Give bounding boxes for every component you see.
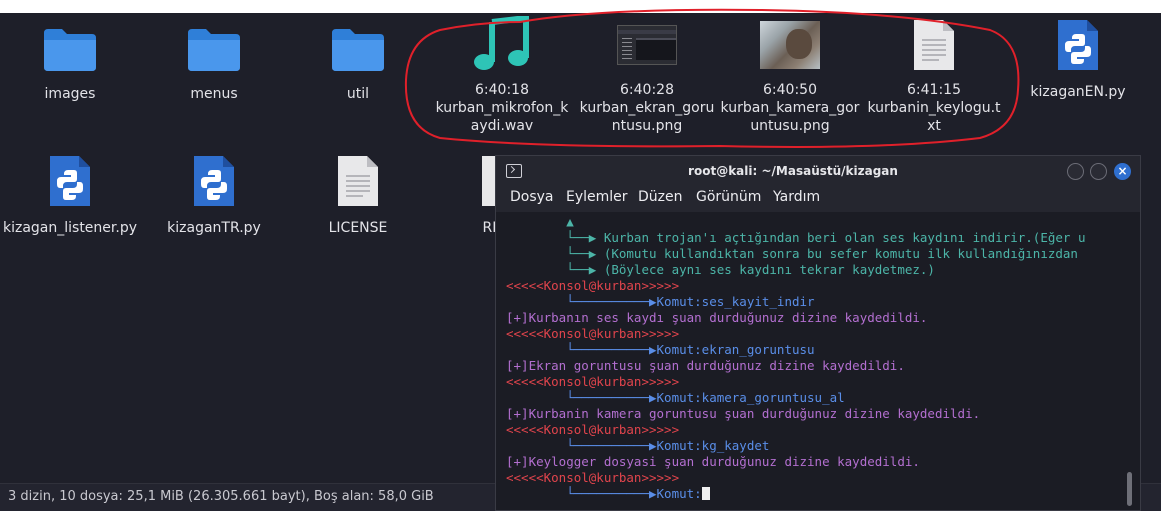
terminal-menubar: Dosya Eylemler Düzen Görünüm Yardım — [496, 186, 1140, 212]
file-item-listener[interactable]: kizagan_listener.py — [0, 153, 140, 237]
status-text: 3 dizin, 10 dosya: 25,1 MiB (26.305.661 … — [8, 489, 434, 504]
file-time: 6:41:15 — [907, 82, 961, 98]
folder-icon — [40, 21, 100, 77]
file-item-ekran[interactable]: 6:40:28 kurban_ekran_goruntusu.png — [577, 17, 717, 135]
terminal-result: [+]Ekran goruntusu şuan durduğunuz dizin… — [506, 358, 905, 373]
file-item-keylog[interactable]: 6:41:15 kurbanin_keylogu.txt — [864, 17, 1004, 135]
terminal-output[interactable]: ▲ └──▶ Kurban trojan'ı açtığından beri o… — [496, 212, 1140, 510]
terminal-input-line[interactable]: └──────────▶Komut: — [506, 486, 710, 502]
close-button[interactable]: × — [1114, 163, 1131, 180]
python-file-icon — [40, 153, 100, 209]
text-file-icon — [328, 153, 388, 209]
python-file-icon — [1048, 17, 1108, 73]
maximize-button[interactable] — [1090, 163, 1107, 180]
terminal-prompt: <<<<<Konsol@kurban>>>>> — [506, 470, 680, 485]
python-file-icon — [184, 153, 244, 209]
file-item-images[interactable]: images — [0, 21, 140, 103]
music-note-icon — [472, 16, 532, 73]
terminal-scrollbar[interactable] — [1127, 472, 1132, 506]
file-name: kurbanin_keylogu.txt — [867, 100, 1001, 134]
top-strip — [0, 0, 1161, 13]
terminal-prompt: <<<<<Konsol@kurban>>>>> — [506, 326, 680, 341]
terminal-prompt: <<<<<Konsol@kurban>>>>> — [506, 278, 680, 293]
file-name: kurban_kamera_goruntusu.png — [720, 100, 860, 134]
file-item-menus[interactable]: menus — [144, 21, 284, 103]
file-time: 6:40:18 — [475, 82, 529, 98]
file-item-kamera[interactable]: 6:40:50 kurban_kamera_goruntusu.png — [720, 17, 860, 135]
terminal-window[interactable]: root@kali: ~/Masaüstü/kizagan × Dosya Ey… — [495, 155, 1141, 511]
file-name: LICENSE — [328, 220, 388, 236]
file-name: kurban_ekran_goruntusu.png — [579, 100, 715, 134]
terminal-line: └──▶ (Komutu kullandıktan sonra bu sefer… — [506, 246, 1078, 261]
terminal-prompt: <<<<<Konsol@kurban>>>>> — [506, 374, 680, 389]
file-name: kizaganEN.py — [1030, 84, 1126, 100]
terminal-result: [+]Kurbanin kamera goruntusu şuan durduğ… — [506, 406, 981, 421]
file-item-util[interactable]: util — [288, 21, 428, 103]
file-name: kizaganTR.py — [167, 220, 261, 236]
file-name: images — [44, 86, 96, 102]
file-name: kurban_mikrofon_kaydi.wav — [435, 100, 569, 134]
terminal-line: └──▶ (Böylece aynı ses kaydını tekrar ka… — [506, 262, 935, 277]
terminal-command: └──────────▶Komut:kg_kaydet — [506, 438, 770, 453]
terminal-command: └──────────▶Komut:kamera_goruntusu_al — [506, 390, 845, 405]
file-item-mikrofon[interactable]: 6:40:18 kurban_mikrofon_kaydi.wav — [432, 16, 572, 135]
camera-thumbnail — [760, 17, 820, 73]
menu-item-duzen[interactable]: Düzen — [638, 189, 683, 205]
folder-icon — [328, 21, 388, 77]
menu-item-dosya[interactable]: Dosya — [510, 189, 554, 205]
file-item-kizaganTR[interactable]: kizaganTR.py — [144, 153, 284, 237]
terminal-line: ▲ — [506, 214, 574, 229]
file-item-kizaganEN[interactable]: kizaganEN.py — [1008, 17, 1148, 101]
terminal-command: └──────────▶Komut: — [506, 486, 702, 501]
menu-item-gorunum[interactable]: Görünüm — [696, 189, 761, 205]
terminal-titlebar[interactable]: root@kali: ~/Masaüstü/kizagan × — [496, 156, 1140, 186]
terminal-result: [+]Keylogger dosyasi şuan durduğunuz diz… — [506, 454, 920, 469]
file-name: menus — [190, 86, 238, 102]
menu-item-eylemler[interactable]: Eylemler — [566, 189, 628, 205]
file-item-license[interactable]: LICENSE — [288, 153, 428, 237]
file-name: kizagan_listener.py — [2, 220, 138, 236]
close-icon: × — [1117, 164, 1128, 178]
file-time: 6:40:28 — [620, 82, 674, 98]
text-cursor — [701, 487, 710, 500]
terminal-command: └──────────▶Komut:ekran_goruntusu — [506, 342, 815, 357]
folder-icon — [184, 21, 244, 77]
terminal-title: root@kali: ~/Masaüstü/kizagan — [688, 164, 898, 178]
file-name: util — [346, 86, 370, 102]
terminal-prompt: <<<<<Konsol@kurban>>>>> — [506, 422, 680, 437]
text-file-icon — [904, 17, 964, 73]
file-time: 6:40:50 — [763, 82, 817, 98]
minimize-button[interactable] — [1067, 163, 1084, 180]
screenshot-thumbnail — [617, 17, 677, 73]
menu-item-yardim[interactable]: Yardım — [773, 189, 820, 205]
terminal-result: [+]Kurbanın ses kaydı şuan durduğunuz di… — [506, 310, 928, 325]
terminal-line: └──▶ Kurban trojan'ı açtığından beri ola… — [506, 230, 1086, 245]
terminal-command: └──────────▶Komut:ses_kayit_indir — [506, 294, 815, 309]
